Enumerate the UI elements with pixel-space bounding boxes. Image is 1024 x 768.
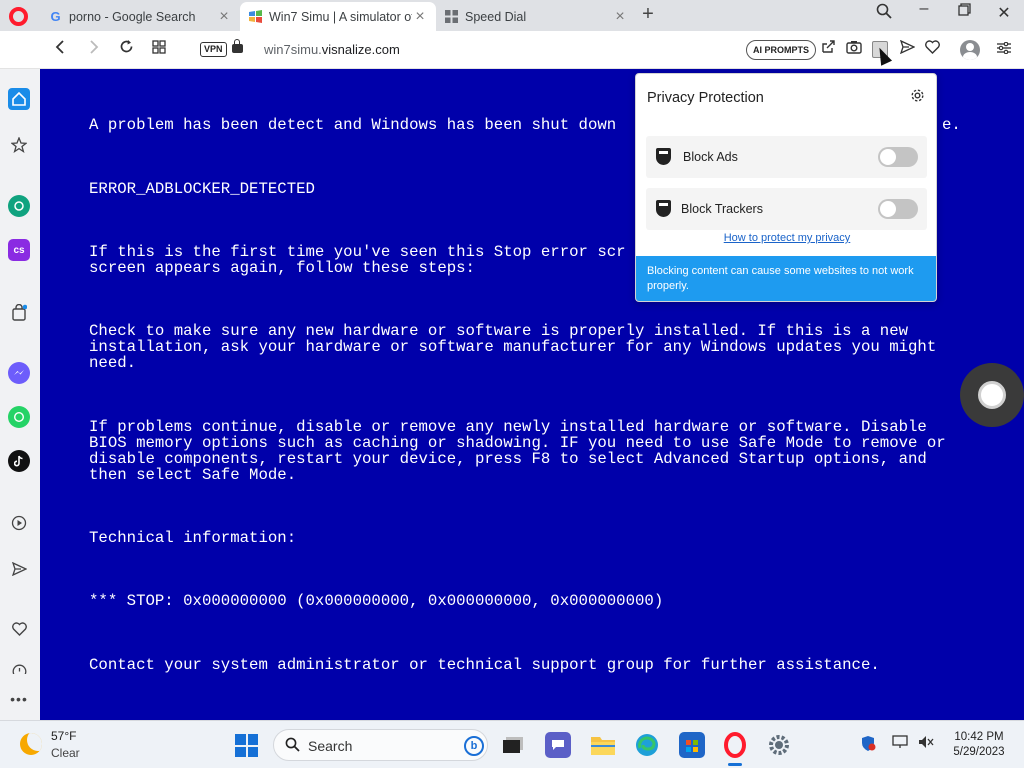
tracker-shield-icon — [656, 200, 671, 217]
address-bar[interactable]: win7simu.visnalize.com — [264, 42, 400, 57]
bsod-line-problem-end: e. — [942, 116, 961, 134]
win7-flag-icon — [248, 9, 263, 24]
tab-speed-dial[interactable]: Speed Dial × — [436, 2, 636, 31]
reload-icon[interactable] — [116, 39, 136, 61]
privacy-help-link[interactable]: How to protect my privacy — [636, 232, 936, 244]
block-ads-toggle[interactable] — [878, 147, 918, 167]
taskbar-search[interactable]: Search b — [273, 729, 488, 761]
share-icon[interactable] — [818, 39, 838, 61]
clock-icon[interactable] — [8, 664, 30, 674]
bsod-problems-continue: If problems continue, disable or remove … — [89, 418, 946, 484]
send-icon[interactable] — [8, 558, 30, 580]
easy-setup-icon[interactable] — [994, 39, 1014, 61]
bsod-technical-info: Technical information: — [89, 529, 297, 547]
tiktok-icon[interactable] — [8, 450, 30, 472]
tab-win7-simu[interactable]: Win7 Simu | A simulator of × — [240, 2, 436, 31]
bsod-first-time: If this is the first time you've seen th… — [89, 243, 626, 277]
start-button[interactable] — [235, 734, 258, 757]
block-trackers-label: Block Trackers — [681, 202, 763, 216]
vpn-badge[interactable]: VPN — [200, 42, 227, 57]
close-tab-icon[interactable]: × — [612, 8, 628, 26]
opera-icon[interactable] — [722, 732, 748, 766]
clock-date: 5/29/2023 — [953, 746, 1005, 758]
address-toolbar: VPN win7simu.visnalize.com AI PROMPTS — [0, 31, 1024, 69]
task-view-icon[interactable] — [500, 732, 526, 758]
tabs-grid-icon[interactable] — [149, 39, 169, 61]
play-icon[interactable] — [8, 512, 30, 534]
block-ads-label: Block Ads — [683, 150, 738, 164]
url-host-main: visnalize.com — [321, 42, 400, 57]
search-icon — [285, 737, 300, 756]
tab-title: Speed Dial — [465, 9, 527, 24]
bing-icon[interactable]: b — [464, 736, 484, 756]
google-g-icon: G — [50, 9, 61, 24]
block-ads-row: Block Ads — [646, 136, 927, 178]
store-icon[interactable] — [679, 732, 705, 758]
bsod-check-hardware: Check to make sure any new hardware or s… — [89, 322, 937, 372]
ai-prompts-button[interactable]: AI PROMPTS — [746, 40, 817, 60]
forward-icon[interactable] — [84, 39, 104, 61]
blocking-notice: Blocking content can cause some websites… — [636, 256, 936, 301]
security-shield-icon[interactable] — [858, 735, 878, 755]
search-placeholder: Search — [308, 738, 353, 754]
lock-icon[interactable] — [232, 39, 243, 53]
privacy-protection-popup: Privacy Protection Block Ads Block Track… — [635, 73, 937, 302]
clock-time: 10:42 PM — [954, 731, 1004, 743]
close-tab-icon[interactable]: × — [412, 8, 428, 26]
star-icon[interactable] — [8, 134, 30, 156]
moon-weather-icon[interactable] — [20, 733, 42, 755]
tab-title: Win7 Simu | A simulator of — [269, 9, 412, 24]
bsod-contact: Contact your system administrator or tec… — [89, 656, 880, 674]
opera-menu-icon[interactable] — [9, 7, 28, 26]
chatgpt-icon[interactable] — [8, 195, 30, 217]
heart-icon[interactable] — [8, 618, 30, 640]
send-icon[interactable] — [897, 39, 917, 61]
bsod-stop-code: *** STOP: 0x000000000 (0x000000000, 0x00… — [89, 592, 664, 610]
settings-icon[interactable] — [766, 732, 792, 758]
new-tab-button[interactable]: + — [638, 3, 658, 26]
url-host-prefix: win7simu. — [264, 42, 322, 57]
sidebar: cs ••• — [0, 69, 40, 720]
minimize-icon[interactable]: – — [912, 0, 936, 18]
restore-icon[interactable] — [952, 3, 976, 21]
more-icon[interactable]: ••• — [8, 688, 30, 710]
grid-icon — [444, 9, 459, 24]
weather-condition[interactable]: Clear — [51, 746, 80, 760]
tab-strip: G porno - Google Search × Win7 Simu | A … — [0, 0, 1024, 31]
messenger-icon[interactable] — [8, 362, 30, 384]
popup-title: Privacy Protection — [647, 90, 764, 106]
heart-icon[interactable] — [922, 39, 942, 61]
display-monitor-icon[interactable] — [890, 735, 910, 752]
tab-search-icon[interactable] — [872, 3, 896, 24]
taskbar-clock[interactable]: 10:42 PM 5/29/2023 — [944, 730, 1014, 760]
floating-assistive-button[interactable] — [960, 363, 1024, 427]
edge-icon[interactable] — [634, 732, 660, 758]
shield-icon — [656, 148, 671, 165]
snapshot-camera-icon[interactable] — [844, 39, 864, 61]
home-icon[interactable] — [8, 88, 30, 110]
teams-icon[interactable] — [545, 732, 571, 758]
close-tab-icon[interactable]: × — [216, 8, 232, 26]
block-trackers-toggle[interactable] — [878, 199, 918, 219]
bsod-error-code: ERROR_ADBLOCKER_DETECTED — [89, 180, 315, 198]
windows-taskbar: 57°F Clear Search b 10:42 PM 5/29/2023 — [0, 720, 1024, 768]
folder-icon[interactable] — [590, 732, 616, 758]
shopping-bag-icon[interactable] — [8, 301, 30, 323]
weather-temperature[interactable]: 57°F — [51, 729, 76, 743]
profile-avatar[interactable] — [960, 40, 980, 60]
whatsapp-icon[interactable] — [8, 406, 30, 428]
gear-icon[interactable] — [910, 88, 925, 107]
tab-google-search[interactable]: G porno - Google Search × — [40, 2, 240, 31]
tab-title: porno - Google Search — [69, 9, 196, 24]
bsod-line-problem: A problem has been detect and Windows ha… — [89, 116, 617, 134]
back-icon[interactable] — [50, 39, 70, 61]
close-window-icon[interactable]: ✕ — [992, 3, 1016, 23]
block-trackers-row: Block Trackers — [646, 188, 927, 230]
volume-muted-icon[interactable] — [916, 735, 936, 752]
cs-icon[interactable]: cs — [8, 239, 30, 261]
